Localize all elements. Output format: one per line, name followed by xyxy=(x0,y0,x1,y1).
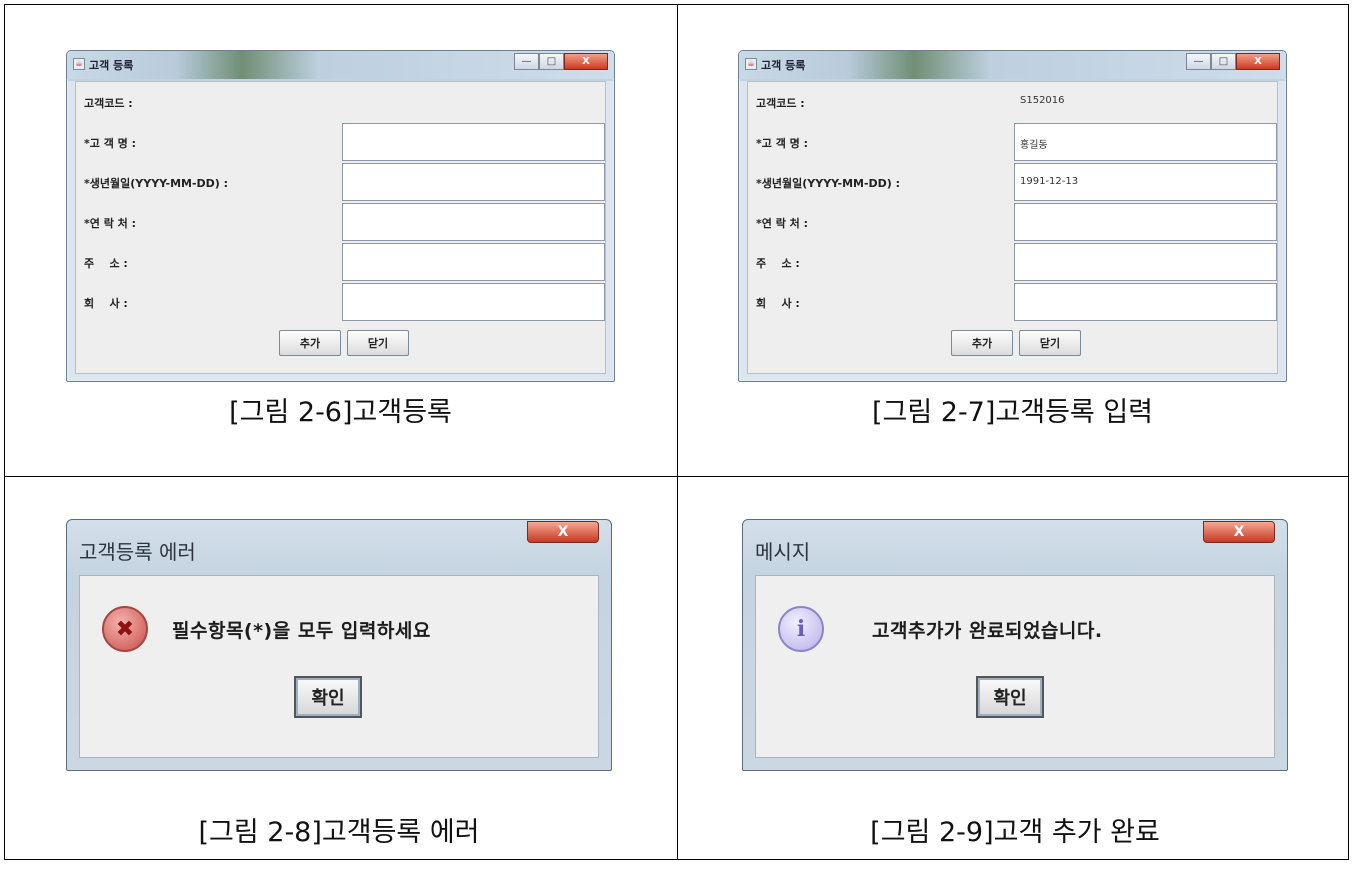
dialog-title: 메시지 xyxy=(755,540,811,564)
window-title: 고객 등록 xyxy=(89,59,134,72)
address-input[interactable] xyxy=(1014,243,1277,281)
button-row: 추가 닫기 xyxy=(748,328,1277,358)
ok-button[interactable]: 확인 xyxy=(294,676,362,718)
minimize-button[interactable]: — xyxy=(1186,53,1211,70)
java-app-icon: ☕ xyxy=(73,58,85,70)
contact-label: *연 락 처 : xyxy=(756,217,808,230)
error-icon: ✖ xyxy=(102,606,148,652)
table-divider-vertical xyxy=(677,5,678,859)
figure-caption: [그림 2-9]고객 추가 완료 xyxy=(870,817,1160,848)
form-row-customer-code: 고객코드 : xyxy=(76,82,605,122)
button-row: 추가 닫기 xyxy=(76,328,605,358)
address-label: 주 소 : xyxy=(84,257,128,270)
close-button[interactable]: X xyxy=(1236,53,1280,70)
birthdate-label: *생년월일(YYYY-MM-DD) : xyxy=(84,177,229,190)
table-divider-horizontal xyxy=(5,476,1348,477)
company-input[interactable] xyxy=(1014,283,1277,321)
form-row-birthdate: *생년월일(YYYY-MM-DD) : xyxy=(76,162,605,202)
figure-caption: [그림 2-8]고객등록 에러 xyxy=(198,817,480,848)
form-row-contact: *연 락 처 : xyxy=(748,202,1277,242)
figure-caption: [그림 2-6]고객등록 xyxy=(229,397,452,428)
customer-register-window: ☕ 고객 등록 — □ X 고객코드 : S152016 *고 객 명 : 홍길… xyxy=(738,50,1287,382)
error-dialog: 고객등록 에러 X ✖ 필수항목(*)을 모두 입력하세요 확인 xyxy=(66,519,612,771)
form-row-company: 회 사 : xyxy=(748,282,1277,322)
maximize-button[interactable]: □ xyxy=(539,53,564,70)
address-input[interactable] xyxy=(342,243,605,281)
dialog-body: i 고객추가가 완료되었습니다. 확인 xyxy=(755,575,1275,758)
birthdate-label: *생년월일(YYYY-MM-DD) : xyxy=(756,177,901,190)
info-icon: i xyxy=(778,606,824,652)
name-label: *고 객 명 : xyxy=(84,137,136,150)
form-row-contact: *연 락 처 : xyxy=(76,202,605,242)
form-panel: 고객코드 : S152016 *고 객 명 : 홍길동 *생년월일(YYYY-M… xyxy=(747,81,1278,374)
company-input[interactable] xyxy=(342,283,605,321)
form-row-company: 회 사 : xyxy=(76,282,605,322)
name-input[interactable] xyxy=(342,123,605,161)
form-row-address: 주 소 : xyxy=(76,242,605,282)
company-label: 회 사 : xyxy=(84,297,128,310)
ok-button[interactable]: 확인 xyxy=(976,676,1044,718)
birthdate-input[interactable]: 1991-12-13 xyxy=(1014,163,1277,201)
form-row-address: 주 소 : xyxy=(748,242,1277,282)
close-button[interactable]: X xyxy=(527,521,599,543)
form-row-customer-code: 고객코드 : S152016 xyxy=(748,82,1277,122)
address-label: 주 소 : xyxy=(756,257,800,270)
name-input[interactable]: 홍길동 xyxy=(1014,123,1277,161)
form-panel: 고객코드 : *고 객 명 : *생년월일(YYYY-MM-DD) : *연 락… xyxy=(75,81,606,374)
add-button[interactable]: 추가 xyxy=(951,330,1013,356)
customer-code-label: 고객코드 : xyxy=(84,97,133,110)
figure-caption: [그림 2-7]고객등록 입력 xyxy=(871,397,1154,428)
form-row-birthdate: *생년월일(YYYY-MM-DD) : 1991-12-13 xyxy=(748,162,1277,202)
name-label: *고 객 명 : xyxy=(756,137,808,150)
form-row-name: *고 객 명 : 홍길동 xyxy=(748,122,1277,162)
window-title: 고객 등록 xyxy=(761,59,806,72)
contact-input[interactable] xyxy=(342,203,605,241)
window-controls: — □ X xyxy=(514,53,608,71)
dialog-body: ✖ 필수항목(*)을 모두 입력하세요 확인 xyxy=(79,575,599,758)
java-app-icon: ☕ xyxy=(745,58,757,70)
customer-register-window: ☕ 고객 등록 — □ X 고객코드 : *고 객 명 : *생년월일(YYYY… xyxy=(66,50,615,382)
maximize-button[interactable]: □ xyxy=(1211,53,1236,70)
contact-label: *연 락 처 : xyxy=(84,217,136,230)
birthdate-input[interactable] xyxy=(342,163,605,201)
add-button[interactable]: 추가 xyxy=(279,330,341,356)
dialog-title: 고객등록 에러 xyxy=(79,540,196,564)
customer-code-label: 고객코드 : xyxy=(756,97,805,110)
close-form-button[interactable]: 닫기 xyxy=(1019,330,1081,356)
close-button[interactable]: X xyxy=(564,53,608,70)
dialog-message: 필수항목(*)을 모두 입력하세요 xyxy=(172,620,431,642)
customer-code-value: S152016 xyxy=(1020,95,1065,106)
close-button[interactable]: X xyxy=(1203,521,1275,543)
info-dialog: 메시지 X i 고객추가가 완료되었습니다. 확인 xyxy=(742,519,1288,771)
dialog-message: 고객추가가 완료되었습니다. xyxy=(872,620,1103,642)
window-controls: — □ X xyxy=(1186,53,1280,71)
contact-input[interactable] xyxy=(1014,203,1277,241)
form-row-name: *고 객 명 : xyxy=(76,122,605,162)
company-label: 회 사 : xyxy=(756,297,800,310)
close-form-button[interactable]: 닫기 xyxy=(347,330,409,356)
minimize-button[interactable]: — xyxy=(514,53,539,70)
